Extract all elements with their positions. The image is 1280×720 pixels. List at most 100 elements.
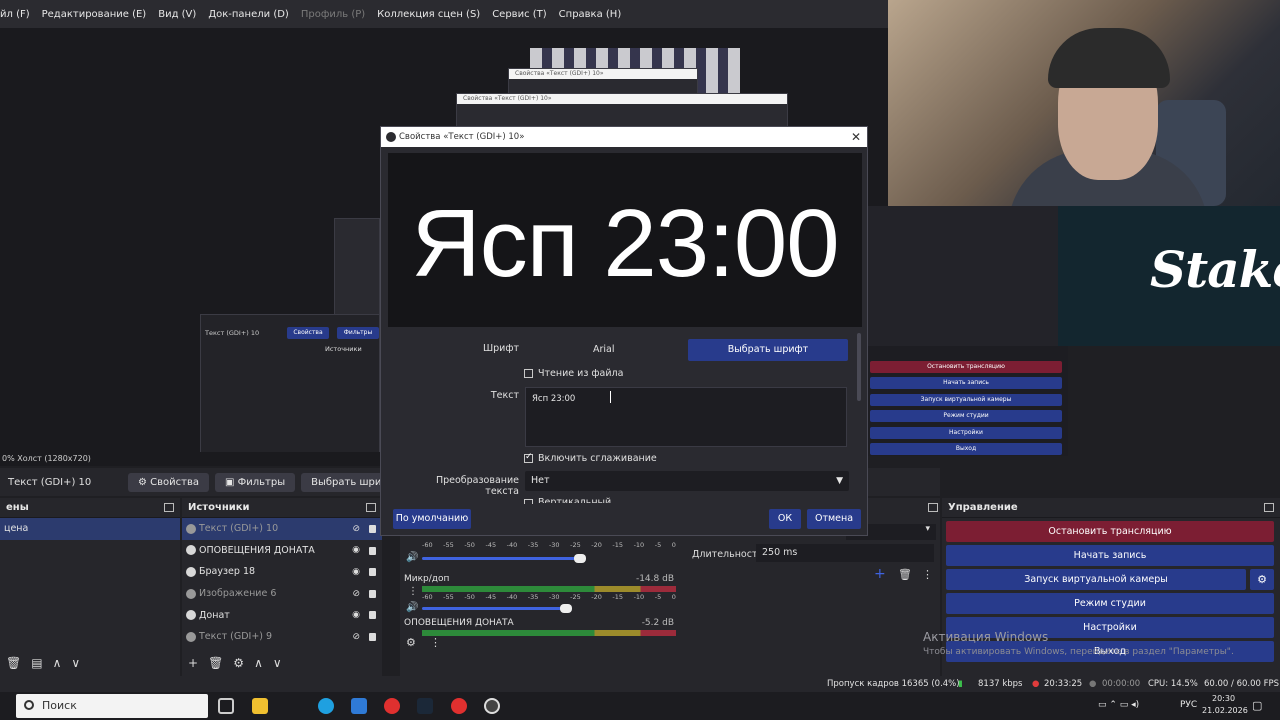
taskbar-time[interactable]: 20:30: [1212, 694, 1235, 703]
yandex-browser-icon[interactable]: [451, 698, 467, 714]
lock-icon[interactable]: [369, 632, 376, 641]
virtual-camera-button[interactable]: Запуск виртуальной камеры ⚙: [946, 569, 1274, 590]
menu-profile[interactable]: Профиль (P): [301, 9, 365, 20]
source-item[interactable]: ОПОВЕЩЕНИЯ ДОНАТА ◉: [182, 540, 382, 562]
properties-button[interactable]: ⚙ Свойства: [128, 472, 209, 492]
language-indicator[interactable]: РУС: [1180, 700, 1197, 710]
volume-slider[interactable]: [422, 604, 572, 613]
hidden-eye-icon[interactable]: ⊘: [352, 589, 360, 599]
undock-icon[interactable]: [1264, 503, 1274, 512]
menu-scene-collection[interactable]: Коллекция сцен (S): [377, 9, 480, 20]
mixer-menu-icon[interactable]: ⋮: [430, 636, 441, 649]
bg-exit-button: Выход: [870, 443, 1062, 455]
taskbar-search[interactable]: Поиск: [16, 694, 208, 718]
vertical-checkbox[interactable]: [524, 499, 533, 504]
lock-icon[interactable]: [369, 546, 376, 555]
remove-transition-icon[interactable]: 🗑: [898, 568, 912, 581]
source-item[interactable]: Изображение 6 ⊘: [182, 583, 382, 605]
menu-view[interactable]: Вид (V): [158, 9, 196, 20]
undock-icon[interactable]: [928, 503, 938, 512]
source-item[interactable]: Браузер 18 ◉: [182, 561, 382, 583]
source-item[interactable]: Донат ◉: [182, 604, 382, 626]
webcam-feed: [888, 0, 1280, 206]
speaker-icon[interactable]: 🔊: [406, 552, 418, 563]
nested-window: [334, 218, 380, 318]
antialias-checkbox[interactable]: [524, 452, 533, 463]
text-cursor: [610, 391, 611, 403]
move-down-icon[interactable]: ∨: [71, 656, 80, 670]
move-up-icon[interactable]: ∧: [53, 656, 62, 670]
text-input[interactable]: Ясп 23:00: [525, 387, 847, 447]
scene-filters-icon[interactable]: ▤: [31, 656, 42, 670]
mixer-channel: Микр/доп -14.8 dB ⋮ -60 -55 -50 -45 -40 -35 -30…: [400, 570, 686, 614]
mail-icon[interactable]: [351, 698, 367, 714]
antialias-label: Включить сглаживание: [538, 453, 657, 464]
windows-activation-title: Активация Windows: [923, 630, 1049, 644]
transition-menu-icon[interactable]: ⋮: [922, 568, 933, 581]
obs-icon[interactable]: [484, 698, 500, 714]
channel-menu-icon[interactable]: ⋮: [408, 586, 418, 597]
dialog-titlebar: Свойства «Текст (GDI+) 10» ✕: [381, 127, 867, 147]
remove-source-icon[interactable]: 🗑: [208, 656, 223, 670]
menu-help[interactable]: Справка (H): [559, 9, 622, 20]
vertical-label: Вертикальный: [538, 497, 612, 503]
eye-icon[interactable]: ◉: [352, 610, 360, 620]
add-source-icon[interactable]: +: [188, 656, 198, 670]
ok-button[interactable]: ОК: [769, 509, 801, 529]
mixer-settings-gear-icon[interactable]: ⚙: [406, 636, 416, 649]
volume-slider[interactable]: [422, 554, 586, 563]
dialog-scrollbar[interactable]: [857, 333, 861, 401]
yandex-icon[interactable]: [384, 698, 400, 714]
duration-input[interactable]: 250 ms: [756, 544, 934, 562]
menu-edit[interactable]: Редактирование (E): [42, 9, 147, 20]
source-item[interactable]: Текст (GDI+) 10 ⊘: [182, 518, 382, 540]
tray-icons[interactable]: ▭ ⌃ ▭ ◂): [1098, 700, 1139, 710]
close-icon[interactable]: ✕: [851, 127, 861, 147]
eye-icon[interactable]: ◉: [352, 545, 360, 555]
lock-icon[interactable]: [369, 568, 376, 577]
menu-docks[interactable]: Док-панели (D): [208, 9, 289, 20]
eye-icon[interactable]: ◉: [352, 567, 360, 577]
gear-icon[interactable]: ⚙: [1250, 569, 1274, 590]
read-from-file-checkbox[interactable]: [524, 369, 533, 378]
slider-handle[interactable]: [560, 604, 572, 613]
volume-meter: [422, 586, 676, 592]
slider-handle[interactable]: [574, 554, 586, 563]
transform-select[interactable]: Нет ▼: [525, 471, 849, 491]
cancel-button[interactable]: Отмена: [807, 509, 861, 529]
undock-icon[interactable]: [164, 503, 174, 512]
source-item[interactable]: Текст (GDI+) 9 ⊘: [182, 626, 382, 648]
speaker-icon[interactable]: 🔊: [406, 602, 418, 613]
steam-icon[interactable]: [417, 698, 433, 714]
taskbar-date[interactable]: 21.02.2026: [1202, 706, 1248, 715]
move-up-icon[interactable]: ∧: [254, 656, 263, 670]
filters-button[interactable]: ▣ Фильтры: [215, 472, 296, 492]
stream-time: 20:33:25: [1044, 679, 1083, 689]
source-properties-gear-icon[interactable]: ⚙: [233, 656, 244, 670]
text-label: Текст: [490, 390, 519, 401]
choose-font-button[interactable]: Выбрать шрифт: [688, 339, 848, 361]
lock-icon[interactable]: [369, 525, 376, 533]
move-down-icon[interactable]: ∨: [273, 656, 282, 670]
undock-icon[interactable]: [366, 503, 376, 512]
edge-icon[interactable]: [318, 698, 334, 714]
browser-source-icon: [186, 545, 196, 556]
menu-tools[interactable]: Сервис (T): [492, 9, 546, 20]
notifications-icon[interactable]: ▢: [1252, 699, 1262, 712]
start-recording-button[interactable]: Начать запись: [946, 545, 1274, 566]
hidden-eye-icon[interactable]: ⊘: [352, 632, 360, 642]
hidden-eye-icon[interactable]: ⊘: [352, 524, 360, 534]
lock-icon[interactable]: [369, 589, 376, 598]
defaults-button[interactable]: По умолчанию: [393, 509, 471, 529]
db-scale: -60 -55 -50 -45 -40 -35 -30 -25 -20 -15 -10 -5 0: [422, 593, 676, 601]
task-view-icon[interactable]: [218, 698, 234, 714]
stop-streaming-button[interactable]: Остановить трансляцию: [946, 521, 1274, 542]
scene-item[interactable]: цена: [0, 518, 180, 540]
lock-icon[interactable]: [369, 611, 376, 620]
chevron-down-icon: ▼: [836, 476, 843, 486]
remove-scene-icon[interactable]: 🗑: [6, 656, 21, 670]
file-explorer-icon[interactable]: [252, 698, 268, 714]
menu-file[interactable]: йл (F): [0, 9, 30, 20]
add-transition-icon[interactable]: +: [874, 566, 886, 582]
studio-mode-button[interactable]: Режим студии: [946, 593, 1274, 614]
